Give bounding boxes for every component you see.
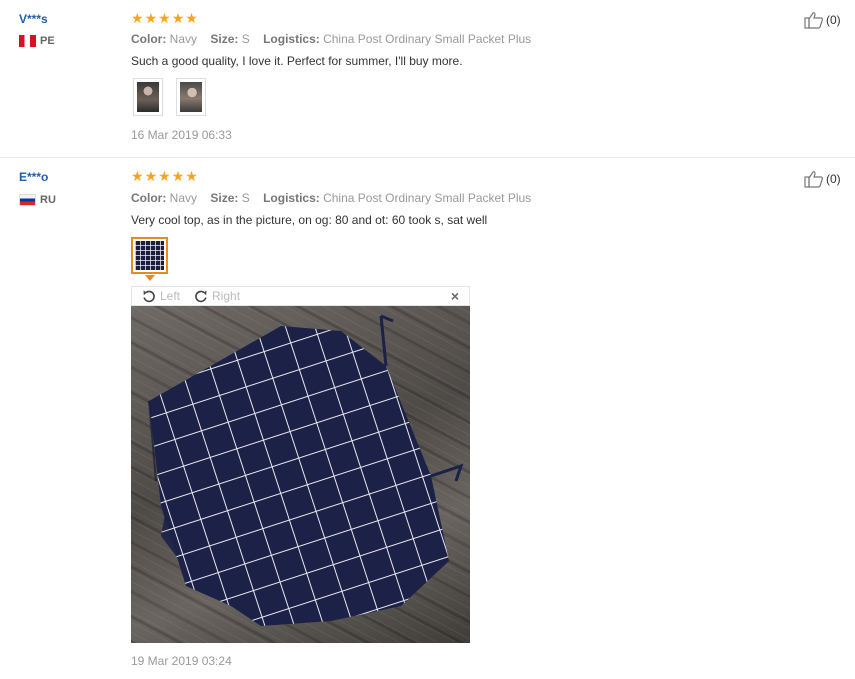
flag-icon xyxy=(19,35,36,47)
rotate-left-icon xyxy=(143,290,155,303)
close-icon[interactable]: × xyxy=(451,288,459,304)
helpful-button[interactable]: (0) xyxy=(804,170,841,188)
star-rating: ★ ★ ★ ★ ★ xyxy=(131,169,198,183)
rotate-left-button[interactable]: Left xyxy=(142,289,180,303)
review-date: 19 Mar 2019 03:24 xyxy=(131,654,232,668)
garment-photo xyxy=(148,314,464,626)
helpful-count: (0) xyxy=(826,172,841,186)
rotate-right-button[interactable]: Right xyxy=(194,289,240,303)
helpful-button[interactable]: (0) xyxy=(804,11,841,29)
star-icon: ★ xyxy=(185,168,198,184)
reviewer-country: PE xyxy=(19,35,55,47)
star-icon: ★ xyxy=(144,10,158,26)
order-attributes: Color: Navy Size: S Logistics: China Pos… xyxy=(131,32,531,46)
review-date: 16 Mar 2019 06:33 xyxy=(131,128,232,142)
thumbs-up-icon xyxy=(804,12,823,29)
review-text: Such a good quality, I love it. Perfect … xyxy=(131,54,463,68)
rotate-left-label: Left xyxy=(160,289,181,303)
reviewer-country: RU xyxy=(19,194,56,206)
order-attributes: Color: Navy Size: S Logistics: China Pos… xyxy=(131,191,531,205)
flag-icon xyxy=(19,194,36,206)
logistics-value: China Post Ordinary Small Packet Plus xyxy=(323,32,532,46)
review-text: Very cool top, as in the picture, on og:… xyxy=(131,213,488,227)
size-label: Size: xyxy=(210,191,239,205)
country-code: RU xyxy=(40,194,56,206)
color-value: Navy xyxy=(169,191,198,205)
star-rating: ★ ★ ★ ★ ★ xyxy=(131,11,198,25)
size-value: S xyxy=(241,32,250,46)
review-photo-large xyxy=(131,306,470,643)
rotate-right-icon xyxy=(195,290,207,303)
color-value: Navy xyxy=(169,32,198,46)
star-icon: ★ xyxy=(171,168,185,184)
thumbs-up-icon xyxy=(804,171,823,188)
review-photo-thumbnail[interactable] xyxy=(133,78,163,116)
rotate-right-label: Right xyxy=(212,289,241,303)
review-photo-thumbnail[interactable] xyxy=(176,78,206,116)
country-code: PE xyxy=(40,35,55,47)
size-value: S xyxy=(241,191,250,205)
helpful-count: (0) xyxy=(826,13,841,27)
image-viewer-toolbar: Left Right × xyxy=(131,286,470,306)
star-icon: ★ xyxy=(171,10,185,26)
logistics-label: Logistics: xyxy=(263,32,320,46)
star-icon: ★ xyxy=(158,168,171,184)
star-icon: ★ xyxy=(144,168,158,184)
logistics-label: Logistics: xyxy=(263,191,320,205)
review-item: V***s PE ★ ★ ★ ★ ★ Color: Navy Size: S L… xyxy=(0,0,855,158)
color-label: Color: xyxy=(131,32,167,46)
star-icon: ★ xyxy=(185,10,198,26)
logistics-value: China Post Ordinary Small Packet Plus xyxy=(323,191,532,205)
star-icon: ★ xyxy=(131,168,144,184)
star-icon: ★ xyxy=(131,10,144,26)
review-photo-thumbnail[interactable] xyxy=(131,237,168,274)
review-item: E***o RU ★ ★ ★ ★ ★ Color: Navy Size: S L… xyxy=(0,158,855,679)
reviewer-name: E***o xyxy=(19,170,49,184)
size-label: Size: xyxy=(210,32,239,46)
selected-indicator xyxy=(145,275,155,281)
reviewer-name: V***s xyxy=(19,12,48,26)
star-icon: ★ xyxy=(158,10,171,26)
color-label: Color: xyxy=(131,191,167,205)
